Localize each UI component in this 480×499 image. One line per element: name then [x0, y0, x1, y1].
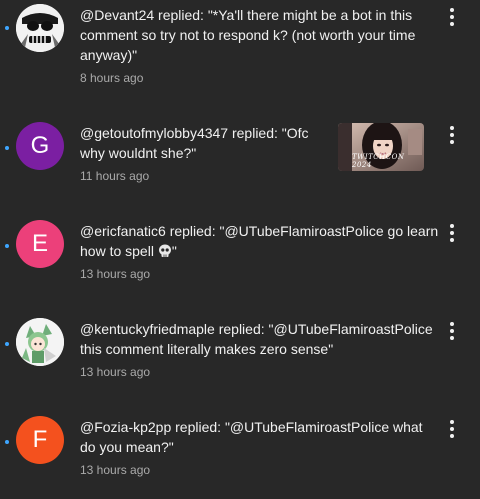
avatar-letter: F [32, 426, 48, 453]
notification-time: 11 hours ago [80, 169, 150, 183]
notification-text: @Devant24 replied: "*Ya'll there might b… [80, 7, 416, 63]
unread-dot [5, 440, 9, 444]
notification-body: @kentuckyfriedmaple replied: "@UTubeFlam… [80, 319, 440, 381]
notification-body: @Fozia-kp2pp replied: "@UTubeFlamiroastP… [80, 417, 440, 479]
unread-dot [5, 146, 9, 150]
menu-dot-icon [450, 133, 454, 137]
menu-dot-icon [450, 238, 454, 242]
notification-item[interactable]: F @Fozia-kp2pp replied: "@UTubeFlamiroas… [0, 392, 480, 482]
menu-dot-icon [450, 420, 454, 424]
notification-time: 13 hours ago [80, 463, 151, 477]
anime-character-avatar-icon [16, 318, 64, 366]
more-options-button[interactable] [441, 222, 463, 244]
menu-dot-icon [450, 329, 454, 333]
more-options-button[interactable] [441, 124, 463, 146]
notification-time: 13 hours ago [80, 365, 151, 379]
menu-dot-icon [450, 126, 454, 130]
notification-body: @Devant24 replied: "*Ya'll there might b… [80, 5, 430, 87]
menu-dot-icon [450, 336, 454, 340]
notification-text: @ericfanatic6 replied: "@UTubeFlamiroast… [80, 223, 439, 259]
notification-item[interactable]: @Devant24 replied: "*Ya'll there might b… [0, 0, 480, 90]
unread-dot [5, 342, 9, 346]
notification-item[interactable]: E @ericfanatic6 replied: "@UTubeFlamiroa… [0, 196, 480, 286]
avatar-letter: G [30, 132, 50, 159]
notification-list: @Devant24 replied: "*Ya'll there might b… [0, 0, 480, 499]
avatar[interactable]: F [16, 416, 64, 464]
notification-time: 8 hours ago [80, 71, 144, 85]
unread-dot [5, 26, 9, 30]
more-options-button[interactable] [441, 6, 463, 28]
menu-dot-icon [450, 434, 454, 438]
avatar[interactable]: G [16, 122, 64, 170]
menu-dot-icon [450, 22, 454, 26]
more-options-button[interactable] [441, 418, 463, 440]
menu-dot-icon [450, 322, 454, 326]
notification-text: @Fozia-kp2pp replied: "@UTubeFlamiroastP… [80, 419, 423, 455]
notification-text-end: " [171, 243, 177, 259]
notification-time: 13 hours ago [80, 267, 151, 281]
menu-dot-icon [450, 15, 454, 19]
menu-dot-icon [450, 8, 454, 12]
notification-text: @kentuckyfriedmaple replied: "@UTubeFlam… [80, 321, 433, 357]
avatar[interactable] [16, 318, 64, 366]
skull-emoji-icon [158, 244, 171, 257]
menu-dot-icon [450, 231, 454, 235]
thumbnail-caption: TWITCHCON 2024 [352, 153, 405, 169]
menu-dot-icon [450, 427, 454, 431]
menu-dot-icon [450, 140, 454, 144]
notification-item[interactable]: @kentuckyfriedmaple replied: "@UTubeFlam… [0, 294, 480, 384]
avatar[interactable]: E [16, 220, 64, 268]
avatar[interactable] [16, 4, 64, 52]
notification-body: @ericfanatic6 replied: "@UTubeFlamiroast… [80, 221, 440, 283]
unread-dot [5, 244, 9, 248]
menu-dot-icon [450, 224, 454, 228]
notification-text: @getoutofmylobby4347 replied: "Ofc why w… [80, 125, 309, 161]
video-thumbnail[interactable]: TWITCHCON 2024 [338, 123, 424, 171]
avatar-letter: E [31, 230, 48, 257]
notification-body: @getoutofmylobby4347 replied: "Ofc why w… [80, 123, 325, 185]
skull-mask-avatar-icon [16, 4, 64, 52]
more-options-button[interactable] [441, 320, 463, 342]
